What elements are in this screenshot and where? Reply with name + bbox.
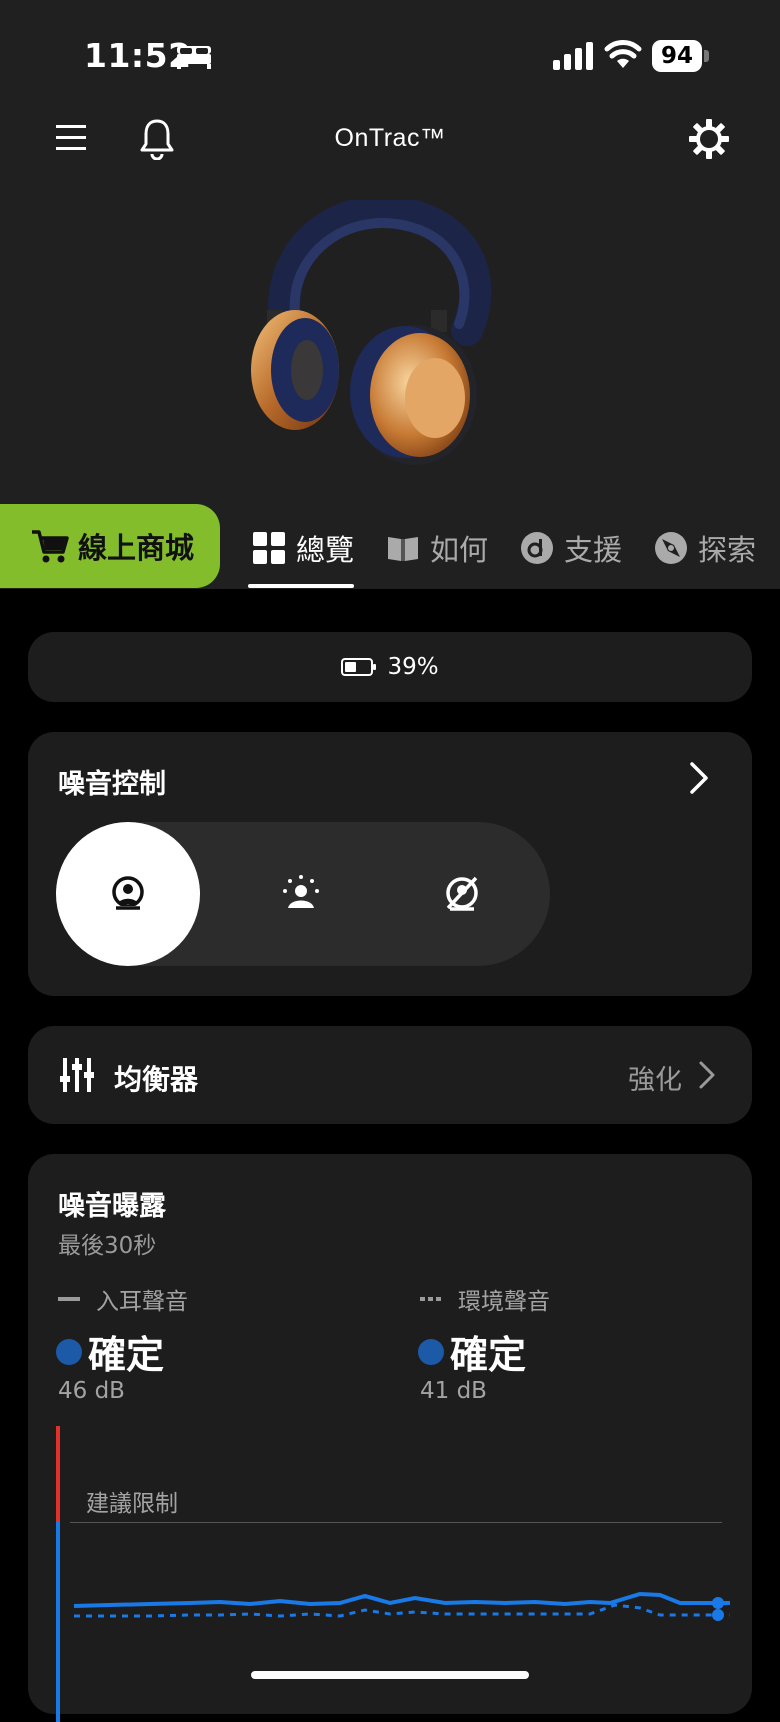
bed-icon [177,46,211,69]
status-dot [56,1338,82,1365]
chevron-right-icon [699,1061,715,1089]
tab-support[interactable]: 支援 [520,520,622,576]
in-ear-status-label: 確定 [88,1333,165,1377]
in-ear-db: 46 dB [58,1378,125,1404]
ambient-db: 41 dB [420,1378,487,1404]
noise-exposure-chart [73,1591,730,1621]
ambient-line [74,1603,730,1618]
cart-icon [32,530,69,563]
battery-tip [704,50,709,62]
transparency-icon [283,875,319,908]
battery-level: 39% [387,654,439,680]
recommended-limit-label: 建議限制 [86,1491,178,1517]
noise-exposure-title: 噪音曝露 [58,1191,166,1222]
battery-card: 39% [28,632,752,702]
shop-label: 線上商城 [78,531,195,565]
equalizer-title: 均衡器 [114,1063,199,1096]
transparency-mode-button[interactable] [229,822,373,966]
tab-overview[interactable]: 總覽 [252,520,354,576]
ambient-status-label: 確定 [450,1333,527,1377]
equalizer-icon [60,1058,94,1092]
tab-label: 探索 [698,533,757,567]
noise-control-card: 噪音控制 [28,732,752,996]
support-icon [521,532,553,564]
in-ear-status: 確定 [56,1324,164,1379]
battery-percentage: 94 [652,40,702,72]
ambient-status: 確定 [418,1324,526,1379]
dotted-line-marker [420,1297,441,1301]
equalizer-value: 強化 [628,1065,682,1096]
chevron-right-icon[interactable] [688,760,712,796]
gear-icon[interactable] [688,118,730,160]
tab-label: 如何 [430,533,489,567]
book-icon [388,537,418,561]
anc-icon [112,876,144,911]
ambient-legend-label: 環境聲音 [458,1289,550,1315]
home-indicator[interactable] [251,1671,529,1679]
tab-how-to[interactable]: 如何 [386,520,488,576]
app-title: OnTrac™ [334,124,446,152]
noise-off-mode-button[interactable] [390,822,534,966]
active-tab-indicator [248,584,354,588]
battery-status-icon: 94 [652,40,710,72]
headphones-image [251,200,492,465]
ambient-legend: 環境聲音 [420,1282,550,1316]
solid-line-marker [58,1297,80,1301]
anc-mode-button[interactable] [56,822,200,966]
in-ear-legend: 入耳聲音 [58,1282,188,1316]
explore-icon [655,532,687,564]
tab-label: 總覽 [296,533,355,567]
limit-bar-red [56,1426,60,1522]
wifi-icon [604,40,642,68]
ambient-end-point [712,1609,724,1621]
grid-icon [253,532,285,564]
level-bar-blue [56,1522,60,1722]
noise-exposure-subtitle: 最後30秒 [58,1233,157,1259]
noise-control-title: 噪音控制 [58,769,166,800]
off-icon [446,876,478,911]
in-ear-line [73,1591,730,1608]
cellular-signal-icon [553,42,593,70]
online-shop-button[interactable]: 線上商城 [0,504,220,588]
tab-label: 支援 [564,533,623,567]
tab-explore[interactable]: 探索 [654,520,756,576]
noise-exposure-card: 噪音曝露 最後30秒 入耳聲音 環境聲音 確定 確定 46 dB 41 dB 建… [28,1154,752,1722]
status-bar: 11:52 94 [0,0,780,110]
in-ear-end-point [712,1597,724,1609]
status-dot [418,1338,444,1365]
battery-icon [341,658,377,676]
equalizer-card[interactable]: 均衡器 強化 [28,1026,752,1124]
in-ear-legend-label: 入耳聲音 [96,1289,188,1315]
recommended-limit-line [70,1522,722,1523]
